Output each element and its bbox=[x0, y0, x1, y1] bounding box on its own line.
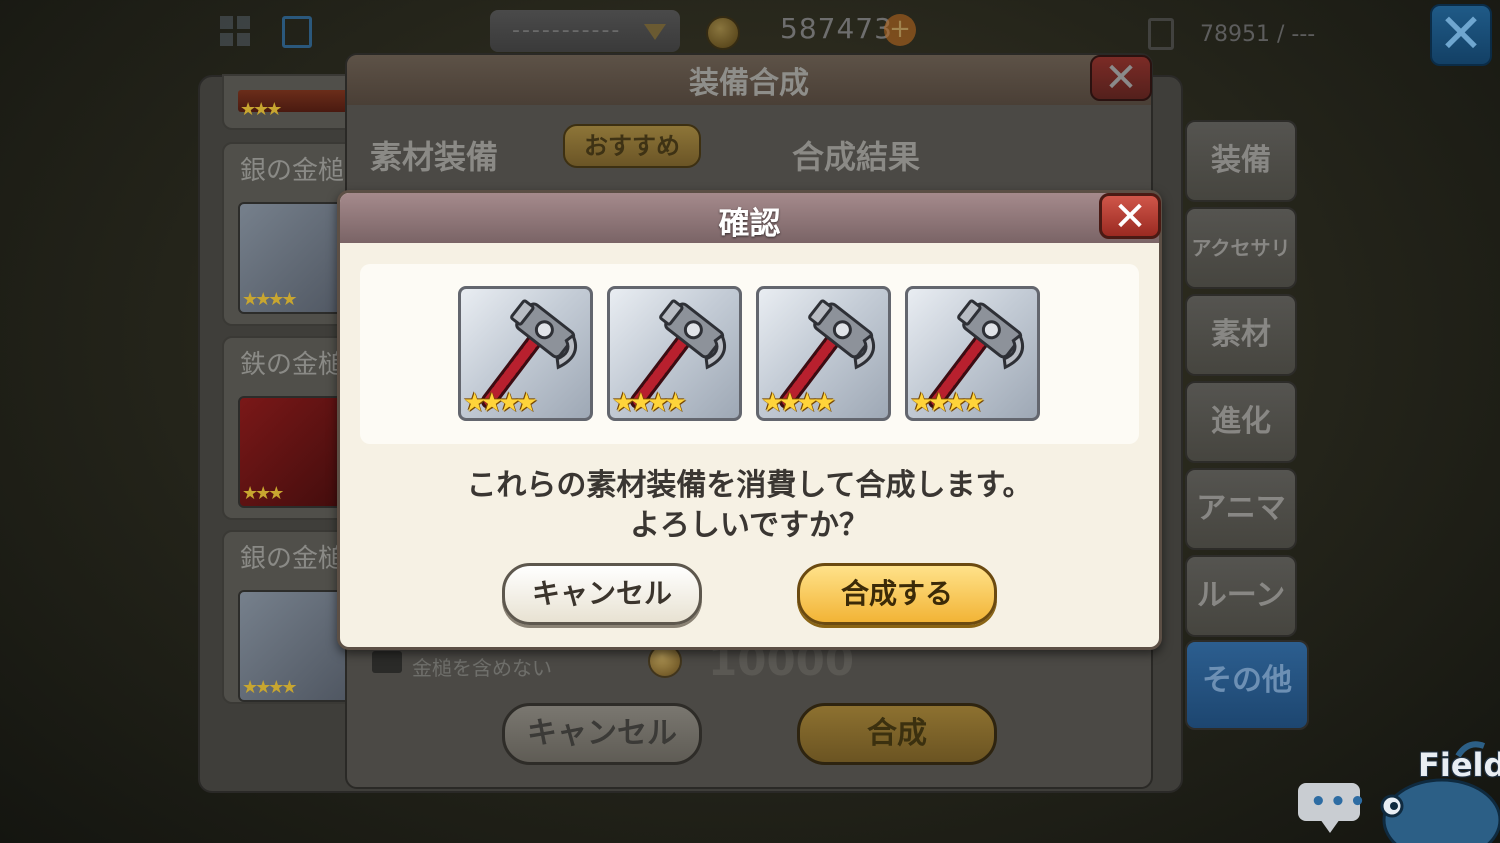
field-button[interactable]: Field bbox=[1418, 746, 1500, 784]
gold-coin-icon bbox=[706, 16, 740, 50]
confirm-message: これらの素材装備を消費して合成します。 よろしいですか？ bbox=[340, 466, 1159, 546]
filter-dropdown-value: ----------- bbox=[512, 18, 622, 43]
tab-anima[interactable]: アニマ bbox=[1185, 468, 1297, 550]
material-item-card: ★★★★ bbox=[607, 286, 742, 421]
material-item-card: ★★★★ bbox=[905, 286, 1040, 421]
confirm-close-button[interactable]: ✕ bbox=[1099, 193, 1161, 239]
menu-grid-icon[interactable] bbox=[220, 16, 250, 46]
result-label: 合成結果 bbox=[792, 138, 921, 176]
tab-equipment[interactable]: 装備 bbox=[1185, 120, 1297, 202]
exclude-hammer-label: 金槌を含めない bbox=[412, 656, 552, 680]
chat-icon: ••• bbox=[1310, 787, 1369, 817]
chevron-down-icon bbox=[644, 24, 666, 40]
filter-dropdown[interactable]: ----------- bbox=[490, 10, 680, 52]
tab-other[interactable]: その他 bbox=[1185, 640, 1309, 730]
rarity-stars: ★★★★ bbox=[242, 289, 298, 310]
material-item-card: ★★★★ bbox=[458, 286, 593, 421]
gold-amount: 587473 bbox=[780, 12, 893, 45]
select-mode-icon[interactable] bbox=[282, 16, 312, 48]
add-gold-button[interactable]: + bbox=[884, 14, 916, 46]
synthesis-title: 装備合成 bbox=[689, 66, 809, 101]
inventory-count: 78951 / --- bbox=[1200, 22, 1316, 47]
tab-rune[interactable]: ルーン bbox=[1185, 555, 1297, 637]
rarity-stars: ★★★★ bbox=[242, 677, 298, 698]
rarity-stars: ★★★★ bbox=[761, 388, 836, 418]
tab-evolution[interactable]: 進化 bbox=[1185, 381, 1297, 463]
rarity-stars: ★★★ bbox=[240, 99, 282, 120]
screen-close-button[interactable]: ✕ bbox=[1430, 4, 1492, 66]
item-name: 鉄の金槌 bbox=[240, 350, 345, 380]
synthesis-close-button[interactable]: ✕ bbox=[1090, 55, 1152, 101]
exclude-hammer-checkbox[interactable] bbox=[372, 651, 402, 673]
confirm-message-line1: これらの素材装備を消費して合成します。 bbox=[466, 468, 1033, 503]
inventory-icon bbox=[1148, 18, 1174, 50]
synthesis-button[interactable]: 合成 bbox=[797, 703, 997, 765]
rarity-stars: ★★★★ bbox=[910, 388, 985, 418]
tab-accessory[interactable]: アクセサリ bbox=[1185, 207, 1297, 289]
chat-button[interactable]: ••• bbox=[1298, 783, 1366, 833]
rarity-stars: ★★★★ bbox=[612, 388, 687, 418]
confirm-message-line2: よろしいですか？ bbox=[629, 508, 870, 543]
material-item-card: ★★★★ bbox=[756, 286, 891, 421]
confirm-dialog-title: 確認 bbox=[718, 206, 781, 242]
confirm-synthesize-button[interactable]: 合成する bbox=[797, 563, 997, 625]
synthesis-cancel-button[interactable]: キャンセル bbox=[502, 703, 702, 765]
item-name: 銀の金槌 bbox=[240, 156, 345, 186]
tab-material[interactable]: 素材 bbox=[1185, 294, 1297, 376]
item-name: 銀の金槌 bbox=[240, 544, 345, 574]
recommend-button[interactable]: おすすめ bbox=[563, 124, 701, 168]
rarity-stars: ★★★ bbox=[242, 483, 284, 504]
material-label: 素材装備 bbox=[370, 138, 499, 176]
confirm-cancel-button[interactable]: キャンセル bbox=[502, 563, 702, 625]
rarity-stars: ★★★★ bbox=[463, 388, 538, 418]
